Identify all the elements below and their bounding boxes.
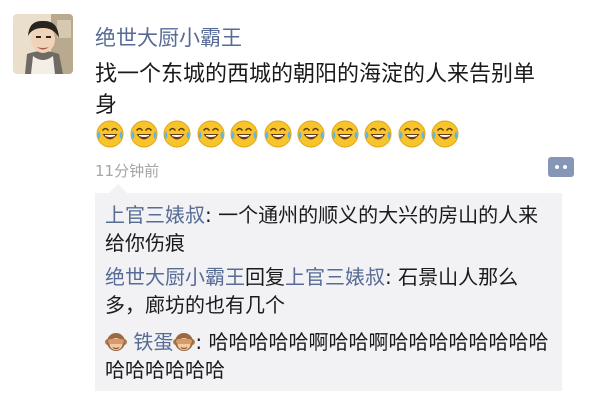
comment-separator: : xyxy=(195,330,209,354)
comment[interactable]: 铁蛋 : 哈哈哈哈哈啊哈哈啊哈哈哈哈哈哈哈哈哈哈哈哈哈哈 xyxy=(105,328,553,384)
reply-word: 回复 xyxy=(245,265,285,289)
laughing-tears-emoji-icon xyxy=(96,120,124,148)
more-dot-icon xyxy=(555,165,559,169)
reply-to-author[interactable]: 上官三婊叔 xyxy=(285,265,385,289)
emoji-row xyxy=(95,119,464,149)
laughing-tears-emoji-icon xyxy=(364,120,392,148)
comment-author-with-icons[interactable]: 铁蛋 xyxy=(105,330,196,354)
avatar[interactable] xyxy=(13,14,73,74)
post-time: 11分钟前 xyxy=(95,162,160,180)
see-no-evil-monkey-icon xyxy=(105,333,127,351)
laughing-tears-emoji-icon xyxy=(398,120,425,148)
avatar-image xyxy=(13,14,73,74)
laughing-tears-emoji-icon xyxy=(331,120,358,148)
laughing-tears-emoji-icon xyxy=(130,120,157,148)
laughing-tears-emoji-icon xyxy=(431,120,459,148)
laughing-tears-emoji-icon xyxy=(230,120,258,148)
see-no-evil-monkey-icon xyxy=(173,333,196,351)
laughing-tears-emoji-icon xyxy=(197,120,224,148)
comments-section: 上官三婊叔: 一个通州的顺义的大兴的房山的人来给你伤痕 绝世大厨小霸王回复上官三… xyxy=(95,184,562,391)
comment-button[interactable] xyxy=(548,157,574,177)
comment-author[interactable]: 绝世大厨小霸王 xyxy=(105,265,245,289)
post-author[interactable]: 绝世大厨小霸王 xyxy=(95,22,242,52)
laughing-tears-emoji-icon xyxy=(264,120,291,148)
comment[interactable]: 上官三婊叔: 一个通州的顺义的大兴的房山的人来给你伤痕 xyxy=(105,201,553,257)
post-text: 找一个东城的西城的朝阳的海淀的人来告别单身 xyxy=(95,62,536,118)
comment-author[interactable]: 上官三婊叔 xyxy=(105,203,205,227)
laughing-tears-emoji-icon xyxy=(163,120,191,148)
comment-author[interactable]: 铁蛋 xyxy=(133,330,173,354)
comment-separator: : xyxy=(385,265,399,289)
more-dot-icon xyxy=(563,165,567,169)
comment-reply[interactable]: 绝世大厨小霸王回复上官三婊叔: 石景山人那么多，廊坊的也有几个 xyxy=(105,263,553,319)
comment-separator: : xyxy=(205,203,219,227)
laughing-tears-emoji-icon xyxy=(297,120,325,148)
